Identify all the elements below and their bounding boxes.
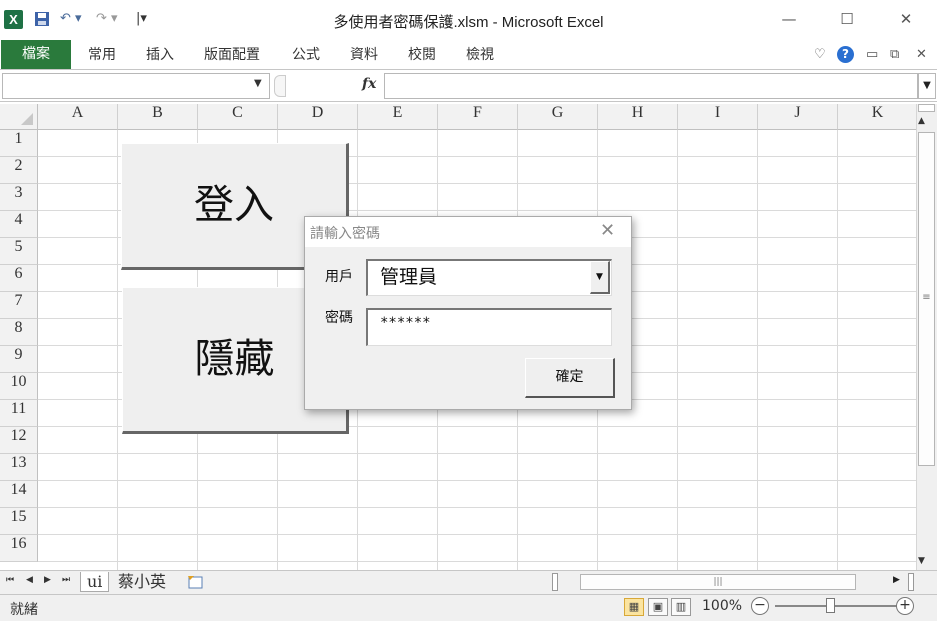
column-header-g[interactable]: G (518, 104, 598, 130)
workbook-restore-icon[interactable]: ⧉ (890, 47, 899, 62)
vertical-scroll-thumb[interactable]: ≡ (918, 132, 935, 466)
select-all-corner[interactable] (0, 104, 38, 130)
expand-formula-bar-icon[interactable]: ▼ (918, 73, 936, 99)
row-header-11[interactable]: 11 (0, 400, 38, 427)
row-header-4[interactable]: 4 (0, 211, 38, 238)
row-header-8[interactable]: 8 (0, 319, 38, 346)
gridline (757, 130, 758, 570)
column-header-j[interactable]: J (758, 104, 838, 130)
gridline (38, 480, 916, 481)
gridline (38, 453, 916, 454)
user-label: 用戶 (325, 269, 353, 285)
row-header-6[interactable]: 6 (0, 265, 38, 292)
ok-button[interactable]: 確定 (525, 358, 615, 398)
scroll-up-icon[interactable]: ▲ (918, 116, 925, 126)
gridline (677, 130, 678, 570)
tab-data[interactable]: 資料 (350, 44, 378, 64)
column-header-d[interactable]: D (278, 104, 358, 130)
gridline (38, 561, 916, 562)
row-header-9[interactable]: 9 (0, 346, 38, 373)
row-header-15[interactable]: 15 (0, 508, 38, 535)
tab-review[interactable]: 校閱 (408, 44, 436, 64)
scroll-right-icon[interactable]: ▶ (893, 575, 900, 585)
column-header-b[interactable]: B (118, 104, 198, 130)
row-header-5[interactable]: 5 (0, 238, 38, 265)
row-header-3[interactable]: 3 (0, 184, 38, 211)
formula-input[interactable] (384, 73, 918, 99)
password-label: 密碼 (325, 310, 353, 326)
gridline (117, 130, 118, 570)
tab-home[interactable]: 常用 (88, 44, 116, 64)
row-header-14[interactable]: 14 (0, 481, 38, 508)
status-bar (0, 594, 937, 621)
status-ready-text: 就緒 (10, 602, 38, 618)
split-box-handle[interactable] (918, 104, 935, 112)
insert-sheet-icon[interactable] (186, 574, 206, 594)
help-icon[interactable]: ? (837, 46, 854, 63)
zoom-out-icon[interactable]: − (751, 597, 769, 615)
user-combobox-value[interactable]: 管理員 (380, 262, 437, 289)
close-window-button[interactable]: ✕ (891, 8, 921, 30)
tab-insert[interactable]: 插入 (146, 44, 174, 64)
split-box-right[interactable] (908, 573, 914, 591)
zoom-level[interactable]: 100% (702, 598, 742, 614)
tab-page-layout[interactable]: 版面配置 (204, 44, 260, 64)
column-header-f[interactable]: F (438, 104, 518, 130)
gridline (837, 130, 838, 570)
gridline (38, 507, 916, 508)
ribbon-minimize-icon[interactable]: ♡ (814, 47, 826, 62)
sheet-tab-cai[interactable]: 蔡小英 (112, 572, 172, 592)
name-box[interactable] (2, 73, 270, 99)
row-header-10[interactable]: 10 (0, 373, 38, 400)
zoom-in-icon[interactable]: + (896, 597, 914, 615)
workbook-minimize-icon[interactable]: ▭ (866, 47, 878, 62)
column-header-c[interactable]: C (198, 104, 278, 130)
tab-view[interactable]: 檢視 (466, 44, 494, 64)
chevron-down-icon[interactable]: ▼ (590, 261, 610, 294)
row-header-12[interactable]: 12 (0, 427, 38, 454)
gridline (38, 534, 916, 535)
tab-file[interactable]: 檔案 (1, 40, 71, 69)
row-header-16[interactable]: 16 (0, 535, 38, 562)
page-break-view-icon[interactable]: ▥ (671, 598, 691, 616)
zoom-slider-thumb[interactable] (826, 598, 835, 613)
row-header-2[interactable]: 2 (0, 157, 38, 184)
last-sheet-icon[interactable]: ⏭ (62, 575, 70, 585)
name-box-dropdown-icon[interactable]: ▼ (254, 78, 262, 89)
column-header-e[interactable]: E (358, 104, 438, 130)
previous-sheet-icon[interactable]: ◀ (26, 575, 33, 585)
column-header-h[interactable]: H (598, 104, 678, 130)
column-header-k[interactable]: K (838, 104, 916, 130)
row-header-1[interactable]: 1 (0, 130, 38, 157)
maximize-button[interactable]: ☐ (832, 8, 862, 30)
next-sheet-icon[interactable]: ▶ (44, 575, 51, 585)
row-header-13[interactable]: 13 (0, 454, 38, 481)
password-field[interactable]: ****** (366, 308, 612, 346)
horizontal-scroll-thumb[interactable]: ||| (580, 574, 856, 590)
column-header-a[interactable]: A (38, 104, 118, 130)
insert-function-icon[interactable]: fx (362, 76, 376, 92)
dialog-title: 請輸入密碼 (310, 226, 380, 242)
normal-view-icon[interactable]: ▦ (624, 598, 644, 616)
column-header-i[interactable]: I (678, 104, 758, 130)
scroll-down-icon[interactable]: ▼ (918, 556, 925, 566)
formula-bar-splitter[interactable] (274, 75, 286, 97)
page-layout-view-icon[interactable]: ▣ (648, 598, 668, 616)
sheet-tab-ui[interactable]: ui (80, 572, 110, 592)
row-header-7[interactable]: 7 (0, 292, 38, 319)
workbook-close-icon[interactable]: ✕ (916, 47, 927, 62)
minimize-button[interactable]: — (774, 8, 804, 30)
first-sheet-icon[interactable]: ⏮ (6, 575, 14, 585)
tab-split-handle[interactable] (552, 573, 558, 591)
dialog-close-icon[interactable]: ✕ (600, 220, 615, 241)
zoom-slider-track[interactable] (775, 605, 897, 607)
tab-formulas[interactable]: 公式 (292, 44, 320, 64)
